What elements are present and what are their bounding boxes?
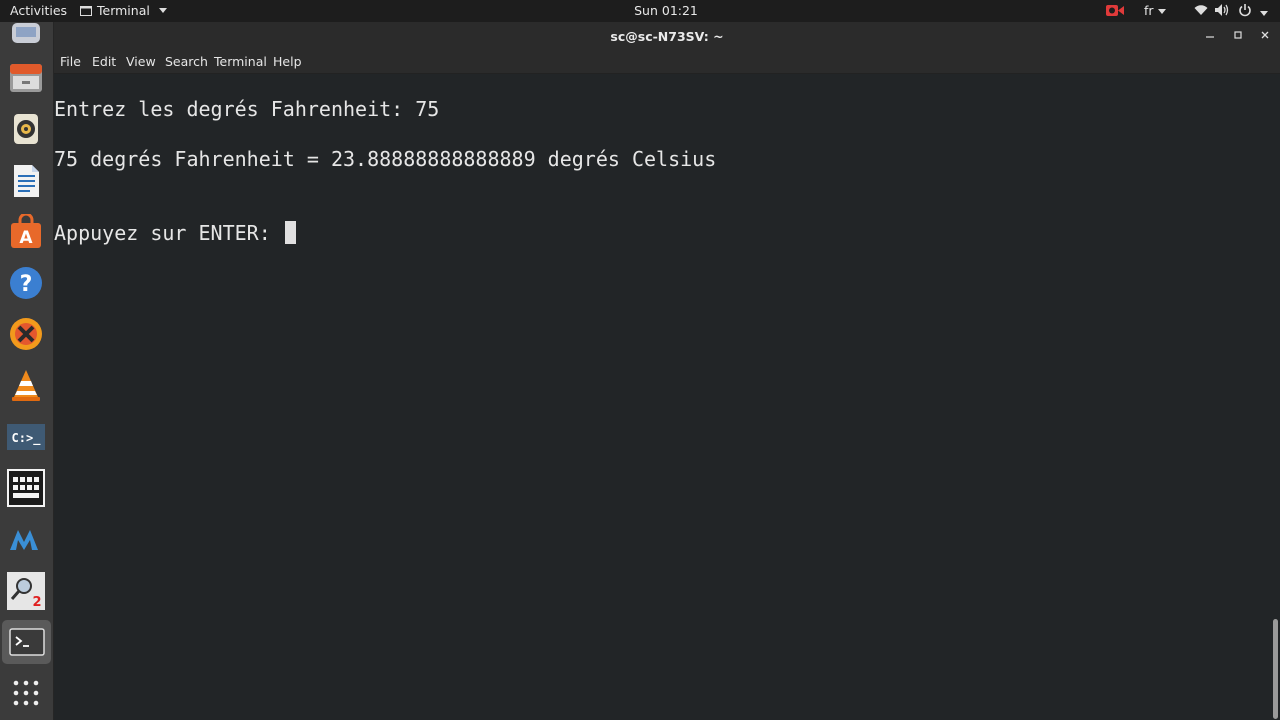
top-bar: Activities Terminal Sun 01:21 fr [0,0,1280,22]
menu-bar: File Edit View Search Terminal Help [54,51,1280,74]
show-apps-icon[interactable] [7,674,45,712]
terminal-icon[interactable] [2,620,51,664]
maximize-icon [1234,31,1242,39]
window-title: sc@sc-N73SV: ~ [610,29,724,44]
menu-search[interactable]: Search [165,54,208,69]
minimize-button[interactable] [1202,28,1218,42]
app-icon[interactable] [7,16,45,54]
power-icon[interactable] [1238,3,1268,20]
keyboard-layout-indicator[interactable]: fr [1144,3,1166,18]
maximize-button[interactable] [1230,28,1246,42]
terminal-output[interactable]: Entrez les degrés Fahrenheit: 75 75 degr… [54,74,1272,720]
scrollbar-thumb[interactable] [1273,619,1278,719]
volume-icon[interactable] [1215,4,1229,19]
terminal-prompt-line: Appuyez sur ENTER: [54,221,296,245]
terminal-prompt-text: Appuyez sur ENTER: [54,221,283,245]
menu-edit[interactable]: Edit [92,54,116,69]
chevron-down-icon [1259,11,1268,16]
crossover-icon[interactable] [7,315,45,353]
clock[interactable]: Sun 01:21 [0,3,1280,18]
close-button[interactable] [1257,28,1273,42]
minimize-icon [1206,36,1214,38]
menu-file[interactable]: File [60,54,81,69]
close-icon [1261,31,1269,39]
svg-text:2: 2 [32,595,41,610]
mame-icon[interactable] [7,520,45,558]
screen-record-icon[interactable] [1106,4,1124,20]
software-icon[interactable]: A [7,213,45,251]
text-cursor [284,221,296,244]
svg-text:C:>_: C:>_ [12,431,42,446]
search-tool-icon[interactable]: 2 [7,572,45,610]
menu-help[interactable]: Help [273,54,302,69]
chevron-down-icon [1157,9,1166,14]
terminal-line: Entrez les degrés Fahrenheit: 75 [54,97,440,121]
scrollbar[interactable] [1272,74,1280,720]
writer-icon[interactable] [7,162,45,200]
window-titlebar[interactable]: sc@sc-N73SV: ~ [54,22,1280,51]
help-icon[interactable]: ? [7,264,45,302]
dosbox-icon[interactable]: C:>_ [7,418,45,456]
svg-text:A: A [19,228,33,248]
files-icon[interactable] [7,59,45,97]
keyboard-layout-label: fr [1144,3,1154,18]
rhythmbox-icon[interactable] [7,110,45,148]
keyboard-icon[interactable] [7,469,45,507]
menu-view[interactable]: View [126,54,156,69]
svg-text:?: ? [20,272,33,297]
terminal-line: 75 degrés Fahrenheit = 23.88888888888889… [54,147,717,171]
vlc-icon[interactable] [7,366,45,404]
wifi-icon[interactable] [1194,4,1208,19]
dock: A ? C:>_ 2 [0,22,54,720]
menu-terminal[interactable]: Terminal [214,54,267,69]
